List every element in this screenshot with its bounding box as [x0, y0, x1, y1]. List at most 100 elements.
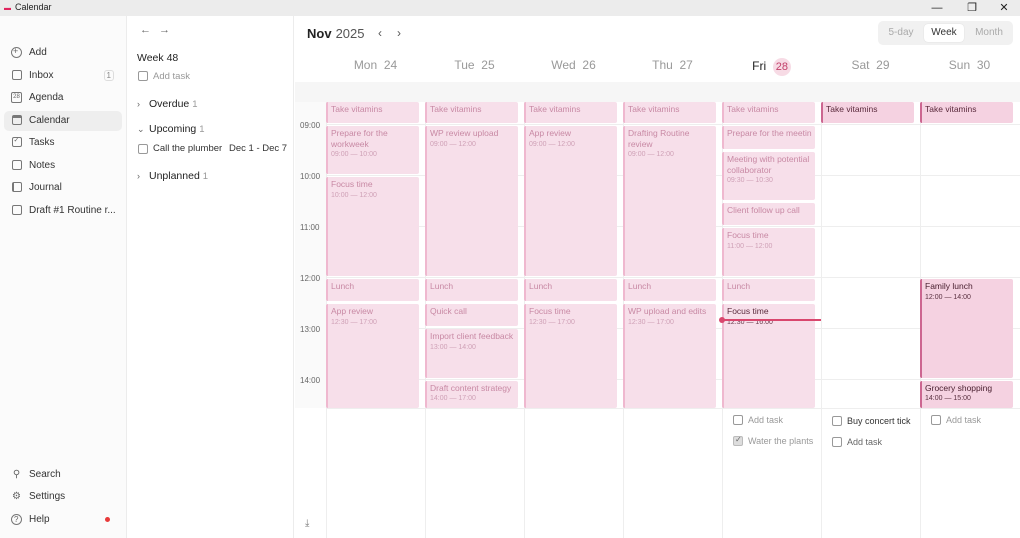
event-time: 12:30 — 17:00 [628, 318, 674, 326]
event-card[interactable]: Lunch [722, 279, 815, 301]
event-title: Meeting with potential collaborator [727, 154, 810, 175]
group-unplanned[interactable]: › Unplanned 1 [137, 170, 208, 182]
event-time: 09:00 — 12:00 [628, 151, 674, 158]
day-header-mon[interactable]: Mon 24 [326, 58, 425, 72]
event-card[interactable]: Prepare for the workweek 09:00 — 10:00 [326, 126, 419, 174]
prev-week-arrow-icon[interactable]: ← [140, 24, 151, 36]
tray-task-checkbox[interactable] [733, 415, 743, 425]
sidebar-item-inbox[interactable]: Inbox 1 [4, 66, 122, 86]
sidebar-item-label: Search [29, 469, 61, 480]
sidebar-item-settings[interactable]: ⚙ Settings [4, 487, 122, 507]
event-card[interactable]: Grocery shopping 14:00 — 15:00 [920, 381, 1013, 408]
sidebar-item-search[interactable]: ⚲ Search [4, 465, 122, 485]
event-title: Prepare for the meetin [727, 128, 812, 138]
task-date-range: Dec 1 - Dec 7 [229, 143, 288, 154]
tray-task-checkbox[interactable] [832, 437, 842, 447]
event-card[interactable]: Draft content strategy 14:00 — 17:00 [425, 381, 518, 408]
tray-task-title[interactable]: Water the plants [748, 436, 814, 446]
group-upcoming[interactable]: ⌄ Upcoming 1 [137, 123, 205, 135]
close-button[interactable]: ✕ [989, 0, 1019, 16]
search-icon: ⚲ [12, 469, 21, 480]
event-title: Lunch [727, 281, 751, 291]
view-month[interactable]: Month [968, 24, 1010, 42]
event-card[interactable]: Drafting Routine review 09:00 — 12:00 [623, 126, 716, 276]
day-header-tue[interactable]: Tue 25 [425, 58, 524, 72]
tray-add-task[interactable]: Add task [748, 415, 814, 425]
event-card[interactable]: Family lunch 12:00 — 14:00 [920, 279, 1013, 378]
event-card[interactable]: WP upload and edits 12:30 — 17:00 [623, 304, 716, 408]
restore-button[interactable]: ❐ [957, 0, 987, 16]
sidebar-item-label: Agenda [29, 92, 64, 103]
sidebar-item-journal[interactable]: Journal [4, 178, 122, 198]
tray-add-task[interactable]: Add task [946, 415, 1012, 425]
event-title: Lunch [331, 281, 355, 291]
event-card[interactable]: Client follow up call [722, 203, 815, 225]
event-card[interactable]: App review 09:00 — 12:00 [524, 126, 617, 276]
group-overdue[interactable]: › Overdue 1 [137, 98, 198, 110]
all-day-row [295, 82, 1020, 102]
event-card[interactable]: WP review upload 09:00 — 12:00 [425, 126, 518, 276]
hour-label: 11:00 [300, 223, 320, 232]
sidebar-item-draft[interactable]: Draft #1 Routine r... [4, 201, 122, 221]
event-card[interactable]: Lunch [524, 279, 617, 301]
download-icon[interactable]: ⤓ [305, 518, 309, 529]
sidebar-item-notes[interactable]: Notes [4, 156, 122, 176]
hour-line [327, 124, 1020, 125]
event-card[interactable]: Take vitamins [524, 102, 617, 123]
tray-task-title[interactable]: Buy concert tick [847, 416, 914, 426]
add-task-checkbox[interactable] [138, 71, 148, 81]
minimize-button[interactable]: — [922, 0, 952, 16]
chevron-right-icon[interactable]: › [397, 26, 401, 40]
view-week[interactable]: Week [924, 24, 964, 42]
event-title: Take vitamins [826, 104, 878, 114]
event-card[interactable]: Take vitamins [722, 102, 815, 123]
task-checkbox[interactable] [138, 144, 148, 154]
event-card[interactable]: Prepare for the meetin [722, 126, 815, 149]
event-card[interactable]: Take vitamins [326, 102, 419, 123]
next-week-arrow-icon[interactable]: → [159, 24, 170, 36]
task-panel: ← → Week 48 Add task › Overdue 1 ⌄ Upcoming… [128, 16, 294, 538]
event-card[interactable]: Import client feedback 13:00 — 14:00 [425, 329, 518, 378]
view-5-day[interactable]: 5-day [881, 24, 921, 42]
tray-add-task[interactable]: Add task [847, 437, 914, 447]
sidebar-item-help[interactable]: ? Help [4, 510, 122, 530]
day-header-thu[interactable]: Thu 27 [623, 58, 722, 72]
sidebar-item-add[interactable]: + Add [4, 43, 122, 63]
event-card[interactable]: Take vitamins [920, 102, 1013, 123]
day-header-sat[interactable]: Sat 29 [821, 58, 920, 72]
event-card[interactable]: Lunch [425, 279, 518, 301]
event-card[interactable]: Take vitamins [425, 102, 518, 123]
year: 2025 [335, 26, 365, 41]
sidebar-item-label: Calendar [29, 115, 70, 126]
event-card[interactable]: Focus time 11:00 — 12:00 [722, 228, 815, 276]
event-title: Lunch [430, 281, 454, 291]
tray-task-checkbox[interactable] [931, 415, 941, 425]
sidebar-item-tasks[interactable]: ✓ Tasks [4, 133, 122, 153]
event-card[interactable]: App review 12:30 — 17:00 [326, 304, 419, 408]
day-header-sun[interactable]: Sun 30 [920, 58, 1019, 72]
event-title: Grocery shopping [925, 383, 993, 393]
event-card[interactable]: Quick call [425, 304, 518, 326]
event-card[interactable]: Meeting with potential collaborator 09:30… [722, 152, 815, 200]
grid-bottom-line [327, 408, 1020, 409]
tray-task-checkbox-done[interactable] [733, 435, 743, 446]
add-task-button[interactable]: Add task [153, 71, 190, 82]
event-card[interactable]: Take vitamins [623, 102, 716, 123]
day-number: 26 [582, 58, 596, 72]
inbox-icon [11, 70, 22, 81]
chevron-left-icon[interactable]: ‹ [378, 26, 382, 40]
sidebar-item-calendar[interactable]: Calendar [4, 111, 122, 131]
group-label: Overdue [149, 98, 190, 110]
tasks-icon: ✓ [11, 137, 22, 148]
event-card[interactable]: Take vitamins [821, 102, 914, 123]
sidebar-item-label: Draft #1 Routine r... [29, 205, 116, 216]
day-header-fri[interactable]: Fri 28 [722, 58, 821, 76]
sidebar-item-agenda[interactable]: 28 Agenda [4, 88, 122, 108]
day-header-wed[interactable]: Wed 26 [524, 58, 623, 72]
event-card[interactable]: Focus time 10:00 — 12:00 [326, 177, 419, 276]
event-card[interactable]: Lunch [623, 279, 716, 301]
event-card[interactable]: Lunch [326, 279, 419, 301]
task-title[interactable]: Call the plumber [153, 143, 222, 154]
tray-task-checkbox[interactable] [832, 416, 842, 426]
event-card[interactable]: Focus time 12:30 — 17:00 [524, 304, 617, 408]
